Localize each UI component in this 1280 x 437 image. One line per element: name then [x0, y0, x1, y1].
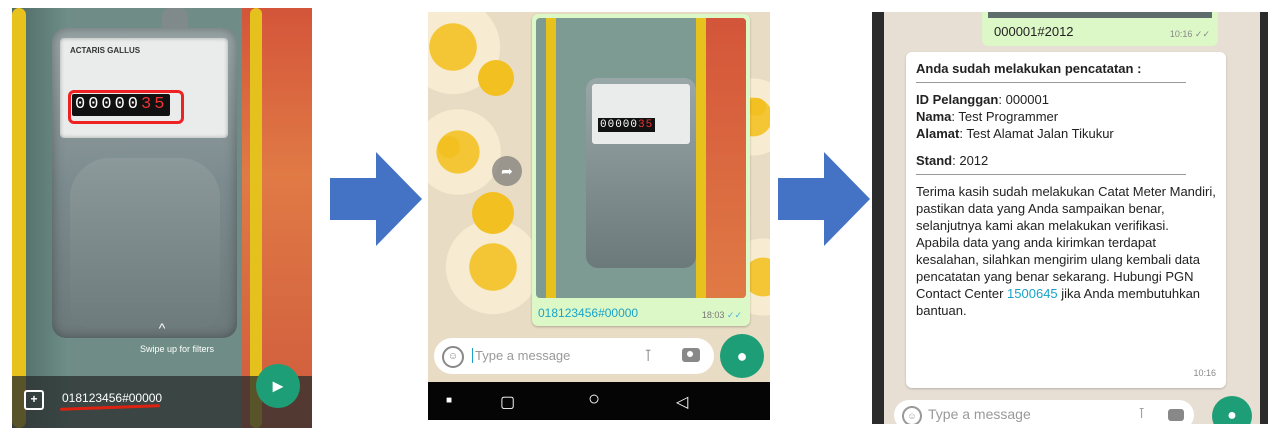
send-icon: ► — [269, 376, 287, 396]
message-divider — [916, 174, 1186, 175]
flow-arrow — [330, 152, 422, 246]
nav-overview-icon[interactable]: ▢ — [500, 392, 515, 412]
paperclip-icon[interactable]: ⊺ — [644, 346, 652, 366]
yellow-pipe — [12, 8, 26, 428]
contact-phone-link[interactable]: 1500645 — [1007, 286, 1058, 301]
nav-back-icon[interactable]: ◁ — [676, 392, 688, 412]
meter-photo[interactable]: 0000035 — [536, 18, 746, 298]
photo-caption: 018123456#00000 — [538, 306, 639, 320]
message-title: Anda sudah melakukan pencatatan : — [916, 61, 1142, 76]
chevron-up-icon: ^ — [158, 320, 166, 336]
paperclip-icon[interactable]: ⊺ — [1138, 405, 1145, 422]
emoji-icon[interactable]: ☺ — [902, 406, 922, 424]
emoji-icon[interactable]: ☺ — [442, 346, 464, 368]
photo-message-bubble[interactable]: 0000035 018123456#00000 18:03 ✓✓ — [532, 14, 750, 326]
double-check-icon: ✓✓ — [726, 310, 742, 320]
send-button[interactable]: ► — [256, 364, 300, 408]
reply-message-bubble: Anda sudah melakukan pencatatan : ID Pel… — [906, 52, 1226, 388]
swipe-up-hint: Swipe up for filters — [139, 344, 215, 354]
meter-face: ACTARIS GALLUS 0000035 — [60, 38, 228, 138]
photo-preview-strip — [988, 12, 1212, 18]
camera-preview-screen: ACTARIS GALLUS 0000035 ^ Swipe up for fi… — [12, 8, 312, 428]
message-input-bar[interactable]: ☺ Type a message ⊺ — [894, 400, 1194, 424]
message-divider — [916, 82, 1186, 83]
camera-icon[interactable] — [1168, 409, 1184, 421]
message-input[interactable]: Type a message — [928, 406, 1031, 422]
gas-meter: ACTARIS GALLUS 0000035 — [52, 28, 237, 338]
nama-line: Nama: Test Programmer — [916, 109, 1059, 124]
stand-line: Stand: 2012 — [916, 153, 989, 168]
sent-caption: 000001#2012 — [994, 24, 1074, 39]
nav-home-icon[interactable]: ○ — [588, 388, 600, 411]
background-flower-center — [478, 60, 514, 96]
photo-meter-red-digits: 35 — [638, 119, 654, 131]
counter-highlight-box — [68, 90, 184, 124]
mic-icon: ● — [1227, 407, 1237, 424]
camera-icon[interactable] — [682, 348, 700, 362]
caption-input[interactable]: 018123456#00000 — [62, 391, 162, 405]
nav-square-dot-icon[interactable]: ■ — [446, 395, 452, 406]
thank-you-paragraph: Terima kasih sudah melakukan Catat Meter… — [916, 184, 1216, 233]
mic-button[interactable]: ● — [720, 334, 764, 378]
background-flower-center — [748, 98, 766, 116]
mic-icon: ● — [736, 346, 748, 366]
background-flower-center — [438, 136, 460, 158]
share-icon: ➦ — [501, 163, 513, 179]
message-input[interactable]: Type a message — [472, 348, 570, 363]
meter-lower-housing — [70, 158, 220, 328]
id-pelanggan-line: ID Pelanggan: 000001 — [916, 92, 1049, 107]
meter-brand: ACTARIS GALLUS — [70, 46, 141, 55]
flow-arrow — [778, 152, 870, 246]
photo-meter-digits: 00000 — [600, 119, 639, 131]
message-timestamp: 18:03 ✓✓ — [701, 310, 742, 320]
mic-button[interactable]: ● — [1212, 396, 1252, 424]
alamat-line: Alamat: Test Alamat Jalan Tikukur — [916, 126, 1114, 141]
contact-paragraph: Apabila data yang anda kirimkan terdapat… — [916, 235, 1201, 318]
background-flower-center — [472, 192, 514, 234]
chat-confirmation-screen: 000001#2012 10:16 ✓✓ Anda sudah melakuka… — [872, 12, 1268, 424]
yellow-pipe — [250, 8, 262, 428]
add-media-icon[interactable]: + — [24, 390, 44, 410]
message-timestamp: 10:16 ✓✓ — [1169, 29, 1210, 39]
chat-background: 000001#2012 10:16 ✓✓ Anda sudah melakuka… — [884, 12, 1260, 424]
android-navigation-bar: ■ ▢ ○ ◁ — [428, 382, 770, 420]
double-check-icon: ✓✓ — [1194, 29, 1210, 39]
message-timestamp: 10:16 — [1193, 368, 1216, 378]
share-button[interactable]: ➦ — [492, 156, 522, 186]
message-input-bar[interactable]: ☺ Type a message ⊺ — [434, 338, 714, 374]
chat-photo-screen: ➦ 0000035 018123456#00000 18:03 ✓✓ ☺ Typ… — [428, 12, 770, 420]
sent-caption-bubble: 000001#2012 10:16 ✓✓ — [982, 12, 1218, 46]
